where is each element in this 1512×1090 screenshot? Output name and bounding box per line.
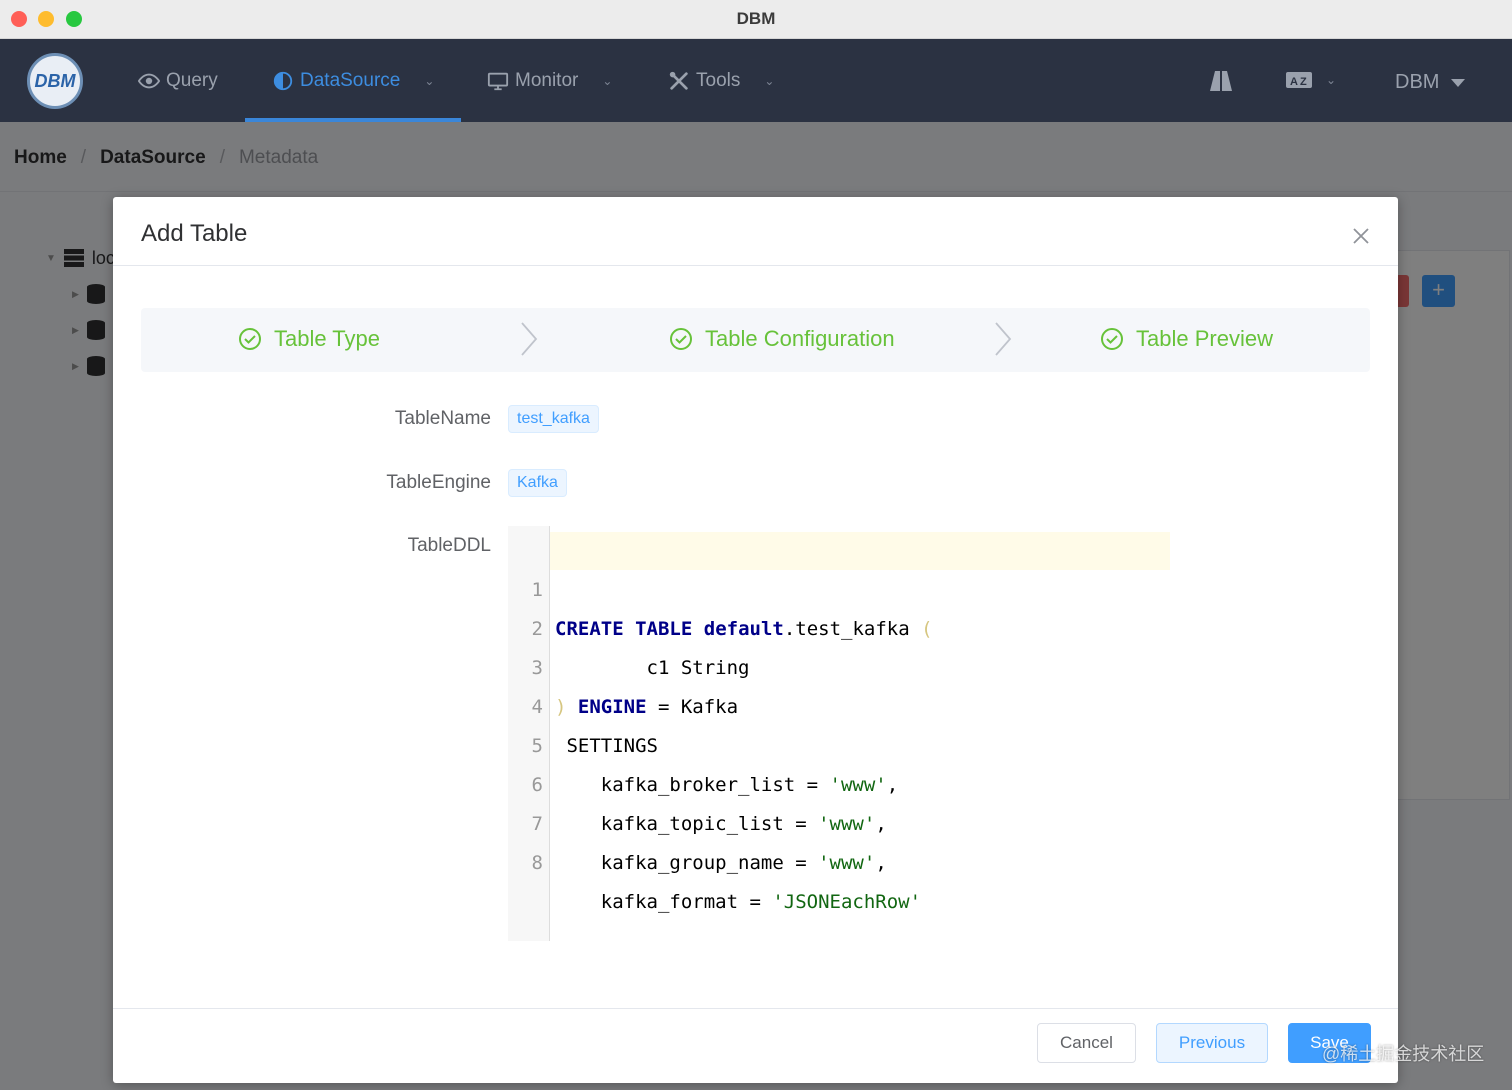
check-circle-icon: [670, 328, 692, 350]
dialog-title: Add Table: [141, 220, 248, 247]
step-table-preview: Table Preview: [1100, 326, 1273, 352]
step-table-configuration: Table Configuration: [669, 326, 895, 352]
nav-monitor-label: Monitor: [515, 70, 579, 91]
window-title: DBM: [736, 9, 776, 28]
close-icon[interactable]: [1350, 225, 1372, 247]
nav-tools[interactable]: Tools ⌄: [668, 68, 774, 94]
translate-icon: AZ: [1286, 72, 1312, 88]
step-label: Table Configuration: [705, 326, 895, 351]
nav-query-label: Query: [166, 70, 218, 91]
nav-datasource[interactable]: DataSource ⌄: [272, 68, 434, 94]
add-table-dialog: Add Table Table Type Table Configuration…: [113, 197, 1398, 1083]
steps-bar: Table Type Table Configuration Table Pre…: [141, 308, 1370, 372]
code-line: 8 kafka_format = 'JSONEachRow': [508, 805, 1173, 913]
chevron-right-icon: [521, 322, 538, 356]
nav-tools-label: Tools: [696, 70, 741, 91]
check-circle-icon: [239, 328, 261, 350]
table-name-label: TableName: [394, 408, 491, 429]
code-line: 5 kafka_broker_list = 'www',: [508, 688, 1173, 796]
top-navbar: DBM Query DataSource ⌄ Monitor ⌄ Tools ⌄…: [0, 39, 1512, 122]
code-line: 3 ) ENGINE = Kafka: [508, 610, 1173, 718]
nav-monitor[interactable]: Monitor ⌄: [487, 68, 612, 94]
line-number: 8: [531, 852, 543, 874]
dialog-footer: Cancel Previous Save: [113, 1008, 1398, 1083]
table-ddl-label: TableDDL: [407, 535, 491, 556]
app-logo[interactable]: DBM: [27, 53, 83, 109]
chevron-down-icon: ⌄: [1326, 73, 1337, 87]
chevron-down-icon: ⌄: [602, 74, 613, 88]
code-line: 7 kafka_group_name = 'www',: [508, 766, 1173, 874]
table-engine-tag: Kafka: [508, 469, 567, 497]
code-line: 4 SETTINGS: [508, 649, 1173, 757]
code-line: 1 CREATE TABLE default.test_kafka (: [508, 532, 1173, 640]
code-line: 2 c1 String: [508, 571, 1173, 679]
chevron-down-icon: ⌄: [764, 74, 775, 88]
code-line: 6 kafka_topic_list = 'www',: [508, 727, 1173, 835]
logo-text: DBM: [34, 70, 76, 91]
chevron-down-icon: ⌄: [424, 74, 435, 88]
nav-datasource-label: DataSource: [300, 70, 401, 91]
road-icon[interactable]: [1208, 71, 1234, 91]
check-circle-icon: [1101, 328, 1123, 350]
caret-down-icon: [1451, 78, 1466, 87]
window-titlebar: DBM: [0, 0, 1512, 39]
table-name-tag: test_kafka: [508, 405, 599, 433]
ddl-code-editor[interactable]: 1 CREATE TABLE default.test_kafka ( 2 c1…: [508, 526, 1173, 941]
language-switcher[interactable]: AZ ⌄: [1286, 71, 1336, 89]
svg-text:A: A: [1290, 76, 1298, 88]
user-label: DBM: [1395, 71, 1440, 93]
monitor-icon: [487, 72, 509, 91]
svg-text:Z: Z: [1300, 76, 1307, 88]
chevron-right-icon: [995, 322, 1012, 356]
user-menu[interactable]: DBM: [1395, 71, 1466, 94]
half-circle-icon: [273, 71, 293, 91]
step-table-type: Table Type: [238, 326, 380, 352]
previous-button[interactable]: Previous: [1156, 1023, 1268, 1063]
eye-icon: [138, 73, 160, 89]
cancel-button[interactable]: Cancel: [1037, 1023, 1136, 1063]
nav-query[interactable]: Query: [138, 68, 218, 94]
table-engine-label: TableEngine: [386, 472, 491, 493]
step-label: Table Preview: [1136, 326, 1273, 351]
dialog-header: Add Table: [113, 197, 1398, 266]
watermark: @稀土掘金技术社区: [1322, 1044, 1485, 1064]
tools-icon: [669, 71, 688, 90]
step-label: Table Type: [274, 326, 381, 351]
